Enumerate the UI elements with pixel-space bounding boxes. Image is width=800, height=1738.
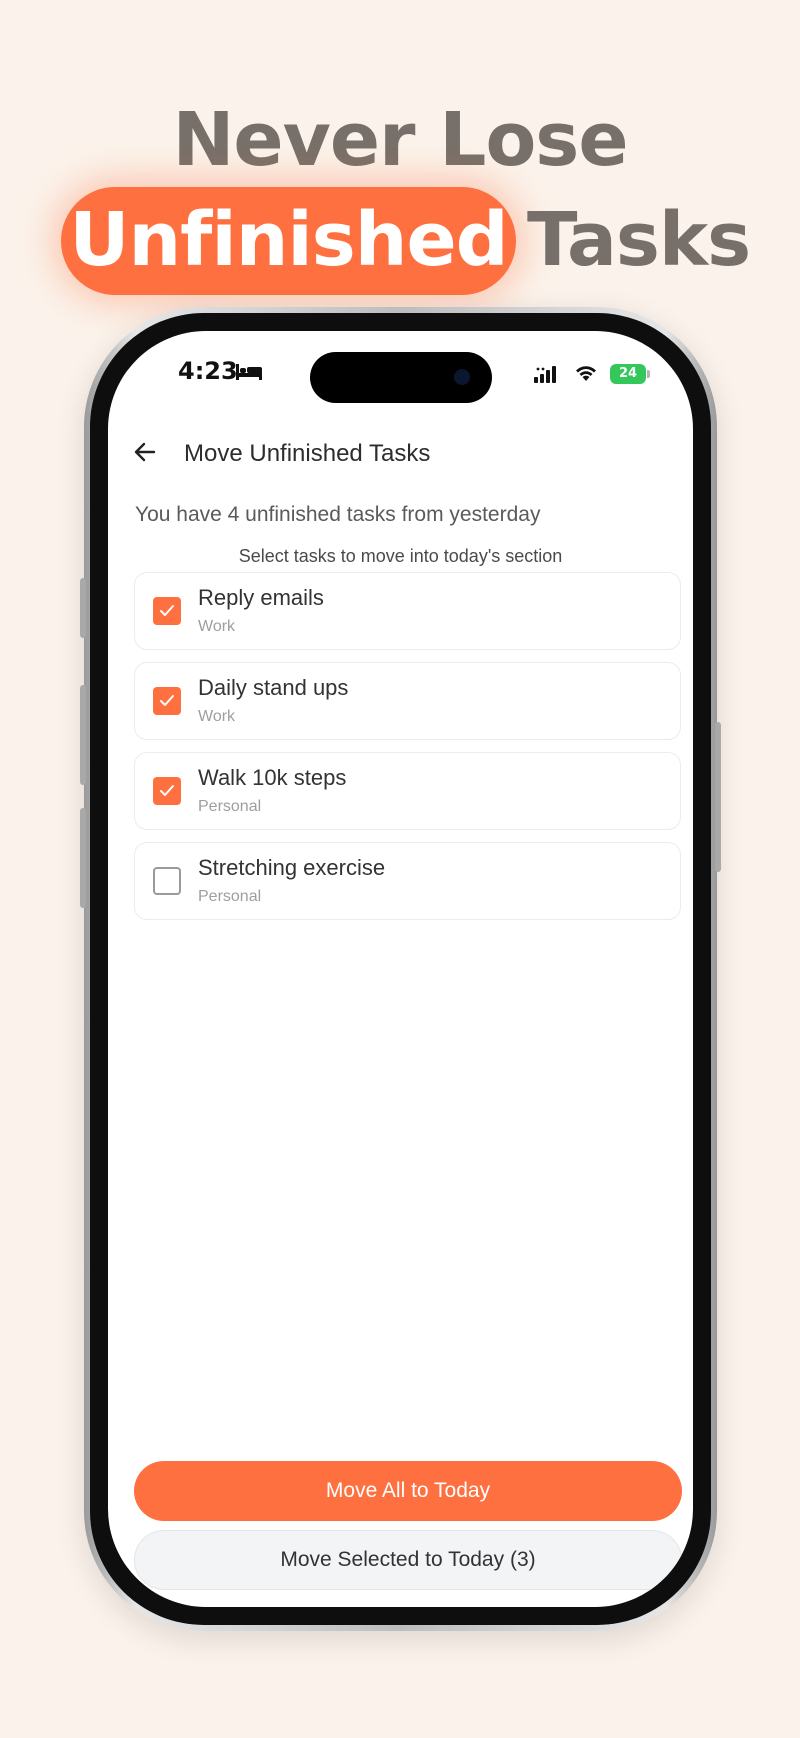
headline-highlight-word: Unfinished	[69, 197, 508, 283]
move-selected-button[interactable]: Move Selected to Today (3)	[134, 1530, 682, 1590]
checkmark-icon	[160, 785, 174, 796]
task-category: Work	[198, 618, 236, 635]
power-button	[715, 722, 721, 872]
battery-icon: 24	[610, 364, 646, 384]
task-checkbox-checked[interactable]	[153, 597, 181, 625]
headline: Never Lose Unfinished Tasks	[0, 95, 800, 295]
task-list: Reply emails Work Daily stand ups Work W…	[134, 572, 681, 932]
headline-tasks-word: Tasks	[527, 197, 751, 283]
headline-line-1: Never Lose	[172, 97, 628, 183]
task-title: Reply emails	[198, 585, 324, 610]
signal-icon	[534, 366, 556, 383]
dynamic-island	[310, 352, 492, 403]
checkmark-icon	[160, 695, 174, 706]
headline-line-2: Unfinished Tasks	[0, 187, 800, 299]
task-item[interactable]: Walk 10k steps Personal	[134, 752, 681, 830]
task-checkbox-unchecked[interactable]	[153, 867, 181, 895]
task-item[interactable]: Reply emails Work	[134, 572, 681, 650]
phone-screen: 4:23 24 Move Unfinished Tasks You have 4…	[108, 331, 693, 1607]
task-checkbox-checked[interactable]	[153, 777, 181, 805]
task-item[interactable]: Daily stand ups Work	[134, 662, 681, 740]
task-title: Walk 10k steps	[198, 765, 347, 790]
unfinished-summary: You have 4 unfinished tasks from yesterd…	[135, 503, 541, 526]
task-title: Stretching exercise	[198, 855, 386, 880]
action-button	[80, 578, 86, 638]
battery-tip	[647, 370, 650, 378]
task-checkbox-checked[interactable]	[153, 687, 181, 715]
task-category: Personal	[198, 888, 262, 905]
checkmark-icon	[160, 605, 174, 616]
status-time: 4:23	[178, 357, 238, 385]
volume-up-button	[80, 685, 86, 785]
task-category: Personal	[198, 798, 262, 815]
task-item[interactable]: Stretching exercise Personal	[134, 842, 681, 920]
selection-instruction: Select tasks to move into today's sectio…	[238, 546, 563, 566]
bed-icon	[236, 364, 262, 380]
task-title: Daily stand ups	[198, 675, 349, 700]
camera-icon	[454, 369, 470, 385]
back-arrow-icon[interactable]	[132, 439, 158, 465]
task-category: Work	[198, 708, 236, 725]
move-all-button[interactable]: Move All to Today	[134, 1461, 682, 1521]
wifi-icon	[576, 366, 596, 381]
page-title: Move Unfinished Tasks	[184, 440, 431, 467]
volume-down-button	[80, 808, 86, 908]
